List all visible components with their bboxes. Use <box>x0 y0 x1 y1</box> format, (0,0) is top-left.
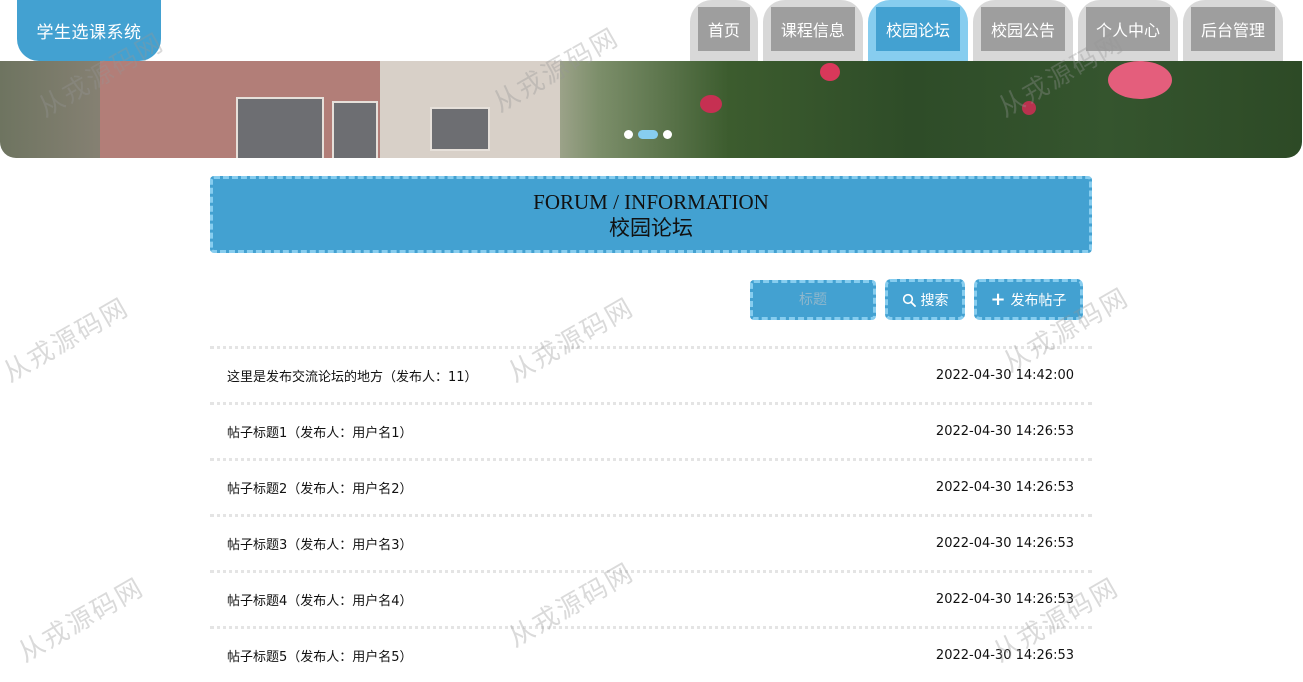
app-logo[interactable]: 学生选课系统 <box>17 0 161 61</box>
search-icon <box>902 293 916 307</box>
section-title-cn: 校园论坛 <box>609 215 693 240</box>
post-row[interactable]: 帖子标题3（发布人：用户名3） 2022-04-30 14:26:53 <box>210 514 1092 570</box>
banner-flower <box>1022 101 1036 115</box>
title-search-input[interactable] <box>750 280 876 320</box>
nav-item-courses[interactable]: 课程信息 <box>762 0 863 61</box>
post-title: 这里是发布交流论坛的地方（发布人：11） <box>227 370 478 385</box>
banner-flower <box>820 63 840 81</box>
banner-window <box>236 97 324 158</box>
banner-flower <box>700 95 722 113</box>
post-title: 帖子标题1（发布人：用户名1） <box>227 426 413 441</box>
post-row[interactable]: 帖子标题5（发布人：用户名5） 2022-04-30 14:26:53 <box>210 626 1092 682</box>
nav-item-label: 首页 <box>697 7 750 51</box>
nav-item-label: 校园论坛 <box>875 7 960 51</box>
nav-item-notices[interactable]: 校园公告 <box>972 0 1073 61</box>
nav-item-forum[interactable]: 校园论坛 <box>867 0 968 61</box>
search-button-label: 搜索 <box>920 292 949 309</box>
carousel-dot-active[interactable] <box>638 130 658 139</box>
search-button[interactable]: 搜索 <box>885 279 965 320</box>
banner-flower <box>1108 61 1172 99</box>
post-title: 帖子标题5（发布人：用户名5） <box>227 650 413 665</box>
nav-item-label: 校园公告 <box>980 7 1065 51</box>
carousel-dot[interactable] <box>624 130 633 139</box>
top-nav: 首页 课程信息 校园论坛 校园公告 个人中心 后台管理 <box>689 0 1283 61</box>
carousel-dot[interactable] <box>663 130 672 139</box>
publish-button-label: 发布帖子 <box>1010 292 1067 309</box>
banner-window <box>430 107 490 151</box>
post-date: 2022-04-30 14:26:53 <box>935 592 1074 607</box>
post-date: 2022-04-30 14:26:53 <box>935 480 1074 495</box>
post-date: 2022-04-30 14:26:53 <box>935 424 1074 439</box>
post-date: 2022-04-30 14:42:00 <box>935 368 1074 383</box>
watermark: 从戎源码网 <box>0 292 135 389</box>
post-title: 帖子标题2（发布人：用户名2） <box>227 482 413 497</box>
plus-icon: + <box>990 288 1006 310</box>
post-row[interactable]: 帖子标题4（发布人：用户名4） 2022-04-30 14:26:53 <box>210 570 1092 626</box>
app-title: 学生选课系统 <box>36 23 142 43</box>
post-row[interactable]: 帖子标题1（发布人：用户名1） 2022-04-30 14:26:53 <box>210 402 1092 458</box>
post-row[interactable]: 帖子标题2（发布人：用户名2） 2022-04-30 14:26:53 <box>210 458 1092 514</box>
nav-item-label: 后台管理 <box>1190 7 1275 51</box>
section-title-en: FORUM / INFORMATION <box>533 189 769 214</box>
post-date: 2022-04-30 14:26:53 <box>935 648 1074 663</box>
section-heading: FORUM / INFORMATION 校园论坛 <box>210 176 1092 253</box>
post-row[interactable]: 这里是发布交流论坛的地方（发布人：11） 2022-04-30 14:42:00 <box>210 346 1092 402</box>
post-date: 2022-04-30 14:26:53 <box>935 536 1074 551</box>
banner-carousel[interactable] <box>0 61 1302 158</box>
nav-item-label: 课程信息 <box>770 7 855 51</box>
banner-window <box>332 101 378 158</box>
nav-item-label: 个人中心 <box>1085 7 1170 51</box>
carousel-dots <box>624 130 672 139</box>
post-title: 帖子标题4（发布人：用户名4） <box>227 594 413 609</box>
nav-item-profile[interactable]: 个人中心 <box>1077 0 1178 61</box>
publish-post-button[interactable]: + 发布帖子 <box>974 279 1083 320</box>
nav-item-admin[interactable]: 后台管理 <box>1182 0 1283 61</box>
nav-item-home[interactable]: 首页 <box>689 0 758 61</box>
post-list: 这里是发布交流论坛的地方（发布人：11） 2022-04-30 14:42:00… <box>210 346 1092 682</box>
watermark: 从戎源码网 <box>13 572 150 669</box>
post-title: 帖子标题3（发布人：用户名3） <box>227 538 413 553</box>
